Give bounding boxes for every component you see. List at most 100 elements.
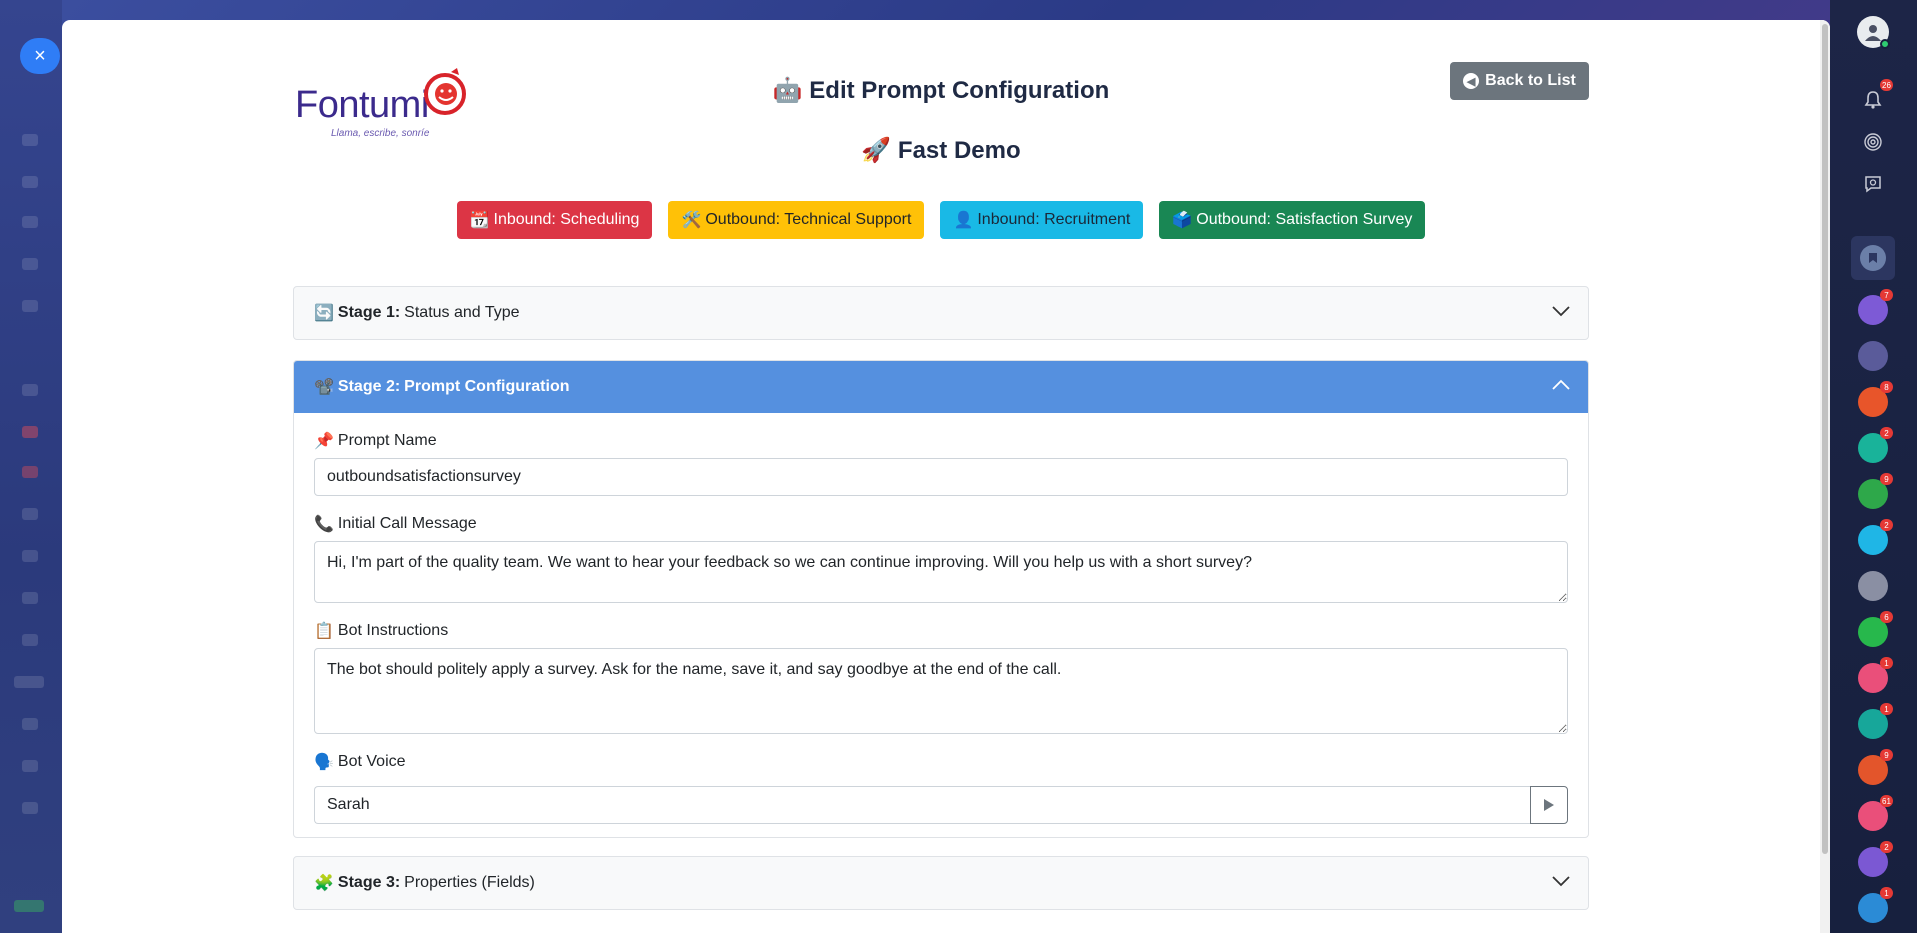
chat-search-icon — [1865, 176, 1881, 193]
stage-number: Stage 3: — [337, 874, 401, 891]
bot-voice-row — [314, 786, 1568, 824]
backdrop-icon — [22, 718, 38, 730]
stage-1-header[interactable]: 🔄 Stage 1: Status and Type — [294, 287, 1588, 339]
bot-voice-label-text: Bot Voice — [337, 753, 406, 770]
bot-instructions-textarea[interactable]: The bot should politely apply a survey. … — [314, 648, 1568, 734]
stage-title: Properties (Fields) — [404, 874, 535, 891]
channel-badge: 9 — [1880, 749, 1893, 761]
calendar-icon: 📆 — [469, 212, 490, 229]
backdrop-icon — [22, 300, 38, 312]
channel-badge: 61 — [1880, 795, 1893, 807]
channel-badge: 2 — [1880, 519, 1893, 531]
bookmark-icon — [1860, 245, 1886, 271]
bot-voice-input[interactable] — [314, 786, 1530, 824]
tools-icon: 🛠️ — [681, 212, 702, 229]
stage-title: Status and Type — [404, 304, 520, 321]
template-buttons: 📆 Inbound: Scheduling 🛠️ Outbound: Techn… — [293, 201, 1589, 239]
bot-voice-field: 🗣️ Bot Voice — [314, 752, 1568, 824]
channel-badge: 2 — [1880, 427, 1893, 439]
channel-chat[interactable]: 2 — [1855, 519, 1893, 558]
left-backdrop — [0, 0, 62, 933]
play-voice-button[interactable] — [1530, 786, 1568, 824]
notifications-button[interactable]: 26 — [1855, 79, 1893, 118]
channel-badge: 6 — [1880, 611, 1893, 623]
puzzle-icon: 🧩 — [314, 875, 334, 892]
channel-badge: 1 — [1880, 657, 1893, 669]
back-to-list-button[interactable]: ◀ Back to List — [1450, 62, 1589, 100]
clipboard-icon: 📋 — [314, 623, 334, 640]
stage-2-header[interactable]: 📽️ Stage 2: Prompt Configuration — [294, 361, 1588, 413]
fingerprint-icon — [1864, 133, 1882, 151]
scrollbar-thumb[interactable] — [1822, 24, 1828, 854]
channel-whatsapp[interactable]: 2 — [1855, 427, 1893, 466]
right-sidebar: 26 7 8 2 9 2 6 1 1 9 61 2 1 — [1830, 0, 1917, 933]
backdrop-icon — [22, 426, 38, 438]
channel-badge: 7 — [1880, 289, 1893, 301]
backdrop-icon — [22, 384, 38, 396]
channel-whatsapp[interactable]: 9 — [1855, 473, 1893, 512]
chat-search-button[interactable] — [1855, 166, 1891, 202]
channel-viber[interactable]: 7 — [1855, 289, 1893, 328]
contact-photo — [1858, 571, 1888, 601]
backdrop-icon — [22, 550, 38, 562]
channel-badge: 1 — [1880, 703, 1893, 715]
rocket-icon: 🚀 — [861, 137, 892, 164]
backdrop-icon — [22, 592, 38, 604]
template-outbound-technical-support-button[interactable]: 🛠️ Outbound: Technical Support — [668, 201, 925, 239]
initial-call-message-label-text: Initial Call Message — [337, 515, 477, 532]
bot-voice-label: 🗣️ Bot Voice — [314, 752, 1568, 772]
robot-icon: 🤖 — [772, 77, 803, 104]
channel-badge: 2 — [1880, 841, 1893, 853]
template-outbound-satisfaction-survey-button[interactable]: 🗳️ Outbound: Satisfaction Survey — [1159, 201, 1426, 239]
backdrop-icon — [22, 760, 38, 772]
speaking-head-icon: 🗣️ — [314, 754, 334, 771]
channel-phone[interactable]: 9 — [1855, 749, 1893, 788]
channel-viber[interactable]: 2 — [1855, 841, 1893, 880]
backdrop-icon — [22, 176, 38, 188]
channel-viber[interactable]: 61 — [1855, 795, 1893, 834]
phone-icon: 📞 — [314, 516, 334, 533]
stage-3-accordion: 🧩 Stage 3: Properties (Fields) — [293, 856, 1589, 910]
pushpin-icon: 📌 — [314, 433, 334, 450]
prompt-name-field: 📌 Prompt Name — [314, 431, 1568, 496]
backdrop-icon — [14, 676, 44, 688]
chevron-down-icon — [1552, 306, 1570, 317]
bot-instructions-field: 📋 Bot Instructions The bot should polite… — [314, 621, 1568, 734]
channel-whatsapp[interactable]: 6 — [1855, 611, 1893, 650]
backdrop-icon — [22, 466, 38, 478]
viber-icon — [1858, 341, 1888, 371]
initial-call-message-field: 📞 Initial Call Message Hi, I'm part of t… — [314, 514, 1568, 603]
template-label: Outbound: Technical Support — [705, 211, 912, 228]
prompt-name-input[interactable] — [314, 458, 1568, 496]
backdrop-icon — [22, 802, 38, 814]
template-inbound-recruitment-button[interactable]: 👤 Inbound: Recruitment — [940, 201, 1144, 239]
prompt-name-label: 📌 Prompt Name — [314, 431, 1568, 451]
template-label: Inbound: Scheduling — [493, 211, 640, 228]
arrow-left-circle-icon: ◀ — [1463, 73, 1480, 89]
modal-scrollbar[interactable] — [1820, 20, 1830, 933]
page-title-text: Edit Prompt Configuration — [809, 77, 1110, 104]
channel-whatsapp[interactable]: 1 — [1855, 887, 1893, 926]
channel-phone[interactable]: 8 — [1855, 381, 1893, 420]
stage-2-accordion: 📽️ Stage 2: Prompt Configuration 📌 Promp… — [293, 360, 1589, 838]
channel-viber[interactable] — [1855, 338, 1891, 374]
channel-viber[interactable]: 1 — [1855, 657, 1893, 696]
contact-avatar[interactable] — [1855, 568, 1891, 604]
stage-number: Stage 1: — [337, 304, 401, 321]
close-button[interactable]: × — [20, 38, 60, 74]
bookmarks-button[interactable] — [1851, 236, 1895, 280]
back-to-list-label: Back to List — [1485, 72, 1576, 89]
stage-2-body: 📌 Prompt Name 📞 Initial Call Message Hi,… — [294, 413, 1588, 848]
user-avatar[interactable] — [1855, 14, 1891, 50]
initial-call-message-label: 📞 Initial Call Message — [314, 514, 1568, 534]
initial-call-message-textarea[interactable]: Hi, I'm part of the quality team. We wan… — [314, 541, 1568, 603]
play-icon — [1544, 799, 1554, 811]
channel-whatsapp[interactable]: 1 — [1855, 703, 1893, 742]
channel-badge: 8 — [1880, 381, 1893, 393]
channel-badge: 1 — [1880, 887, 1893, 899]
person-icon: 👤 — [953, 212, 974, 229]
stage-3-header[interactable]: 🧩 Stage 3: Properties (Fields) — [294, 857, 1588, 909]
template-inbound-scheduling-button[interactable]: 📆 Inbound: Scheduling — [456, 201, 653, 239]
fingerprint-button[interactable] — [1855, 124, 1891, 160]
backdrop-icon — [22, 508, 38, 520]
